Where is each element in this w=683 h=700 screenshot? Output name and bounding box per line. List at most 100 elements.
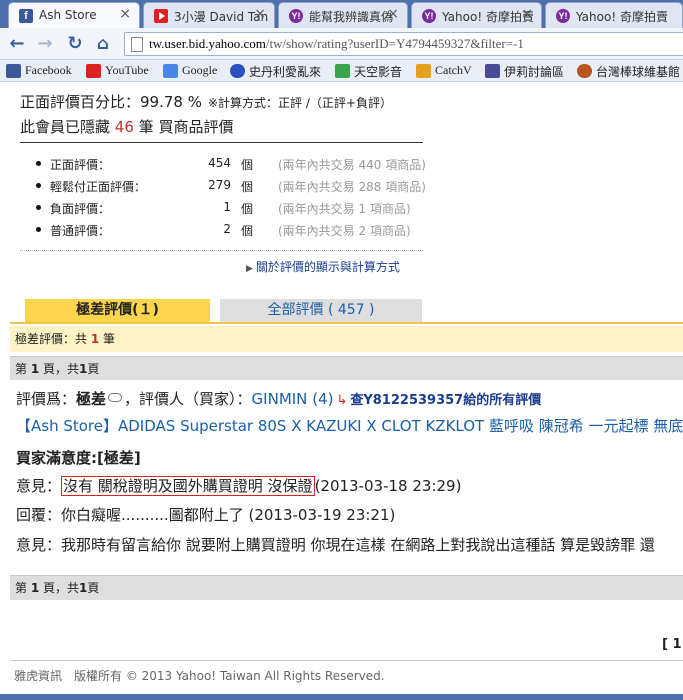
page-mid: 頁，共 xyxy=(43,362,80,376)
rating-tabs: 極差評價(１) 全部評價 ( 457 ) xyxy=(10,299,683,324)
browser-tab-ash-store[interactable]: f Ash Store × xyxy=(8,2,140,28)
bullet-icon xyxy=(36,205,41,210)
close-icon[interactable]: × xyxy=(119,6,131,22)
tab-worst-ratings[interactable]: 極差評價(１) xyxy=(25,299,210,322)
page-indicator-top: 第 1 頁，共1頁 xyxy=(10,356,683,380)
rating-explanation-label: 關於評價的顯示與計算方式 xyxy=(255,260,400,274)
stat-label: 正面評價： xyxy=(50,158,111,172)
rater-name-link[interactable]: GINMIN xyxy=(252,390,308,408)
bookmark-label: 史丹利愛亂來 xyxy=(249,65,322,79)
bullet-icon xyxy=(36,183,41,188)
footer-copyright: 雅虎資訊 版權所有 © 2013 Yahoo! Taiwan All Right… xyxy=(14,669,385,683)
tab-all-ratings[interactable]: 全部評價 ( 457 ) xyxy=(220,299,422,322)
buyer-satisfaction: 買家滿意度:[極差] xyxy=(16,449,141,467)
browser-tab-youtube[interactable]: 3小漫 David Tan × xyxy=(143,2,275,28)
bullet-icon xyxy=(36,227,41,232)
bookmark-label: 伊莉討論區 xyxy=(504,65,565,79)
hidden-count: 46 xyxy=(114,118,134,136)
catchv-icon xyxy=(416,64,431,78)
browser-tab-question[interactable]: Y! 能幫我辨識真偽 × xyxy=(278,2,408,28)
worst-band-suffix: 筆 xyxy=(103,332,116,346)
url-host: tw.user.bid.yahoo.com xyxy=(149,36,266,51)
globe-icon xyxy=(230,64,245,78)
bookmark-baseball-wiki[interactable]: 台灣棒球維基館 xyxy=(577,63,680,80)
rating-grade: 極差 xyxy=(76,390,107,408)
reply-line: 回覆：你白癡喔..........圖都附上了 (2013-03-19 23:21… xyxy=(16,504,395,525)
reload-icon[interactable]: ↻ xyxy=(64,33,86,55)
tab-label: Ash Store xyxy=(39,8,97,22)
stat-count: 454 xyxy=(208,156,231,170)
worst-band-count: 1 xyxy=(90,332,100,346)
close-icon[interactable]: × xyxy=(387,6,399,22)
page-current: 1 xyxy=(30,581,40,595)
dotted-divider xyxy=(20,250,423,251)
bookmark-sky-video[interactable]: 天空影音 xyxy=(335,63,402,80)
stat-note: (兩年內共交易 288 項商品) xyxy=(278,180,426,194)
browser-tab-yahoo-auction-2[interactable]: Y! Yahoo! 奇摩拍賣 xyxy=(545,2,683,28)
close-icon[interactable]: × xyxy=(521,6,533,22)
stat-count: 2 xyxy=(223,222,231,236)
storm-cloud-icon xyxy=(108,393,123,402)
item-title-link[interactable]: 【Ash Store】ADIDAS Superstar 80S X KAZUKI… xyxy=(16,415,683,436)
page-prefix: 第 xyxy=(15,581,28,595)
stat-label: 負面評價： xyxy=(50,202,111,216)
window-bottom-edge xyxy=(0,694,683,700)
youtube-icon xyxy=(154,9,168,23)
facebook-icon: f xyxy=(19,9,33,23)
bookmark-catchv[interactable]: CatchV xyxy=(416,63,472,78)
close-icon[interactable]: × xyxy=(254,6,266,22)
youtube-icon xyxy=(86,64,101,78)
stat-unit: 個 xyxy=(241,180,254,194)
page-prefix: 第 xyxy=(15,362,28,376)
opinion2-text: 我那時有留言給你 說要附上購買證明 你現在這樣 在網路上對我說出這種話 算是毀謗… xyxy=(61,536,655,554)
bookmarks-bar: Facebook YouTube Google 史丹利愛亂來 天空影音 Catc… xyxy=(0,60,683,82)
google-icon xyxy=(163,64,178,78)
bookmark-eyny[interactable]: 伊莉討論區 xyxy=(485,63,564,80)
divider xyxy=(20,142,423,143)
page-mid: 頁，共 xyxy=(43,581,80,595)
stat-count: 1 xyxy=(223,200,231,214)
opinion-text: 沒有 關稅證明及國外購買證明 沒保證 xyxy=(61,476,315,496)
page-suffix: 頁 xyxy=(87,581,100,595)
url-text[interactable]: tw.user.bid.yahoo.com/tw/show/rating?use… xyxy=(149,36,524,52)
stat-note: (兩年內共交易 2 項商品) xyxy=(278,224,411,238)
forward-icon[interactable]: → xyxy=(34,33,56,55)
opinion-followup-line: 意見：我那時有留言給你 說要附上購買證明 你現在這樣 在網路上對我說出這種話 算… xyxy=(16,534,655,555)
hidden-prefix: 此會員已隱藏 xyxy=(20,118,111,136)
browser-tab-yahoo-auction-1[interactable]: Y! Yahoo! 奇摩拍賣 × xyxy=(411,2,542,28)
rater-score-link[interactable]: (4) xyxy=(312,390,333,408)
rating-explanation-link[interactable]: ▶ 關於評價的顯示與計算方式 xyxy=(246,258,400,275)
stat-label: 輕鬆付正面評價： xyxy=(50,180,147,194)
hidden-ratings-line: 此會員已隱藏 46 筆 買商品評價 xyxy=(20,116,233,137)
bookmark-facebook[interactable]: Facebook xyxy=(6,63,72,78)
page-suffix: 頁 xyxy=(87,362,100,376)
positive-pct-label: 正面評價百分比： xyxy=(20,93,141,111)
home-icon[interactable]: ⌂ xyxy=(92,33,114,55)
yahoo-icon: Y! xyxy=(556,9,570,23)
bookmark-google[interactable]: Google xyxy=(163,63,217,78)
tab-label: 能幫我辨識真偽 xyxy=(309,10,394,24)
bookmark-youtube[interactable]: YouTube xyxy=(86,63,149,78)
rater-ratings-link[interactable]: 查Y8122539357給的所有評價 xyxy=(350,393,541,408)
stat-unit: 個 xyxy=(241,224,254,238)
rating-rater-line: 評價爲：極差 ，評價人（買家）：GINMIN (4) ↳ 查Y8122539357給的… xyxy=(16,388,541,409)
rating-prefix: 評價爲： xyxy=(16,390,77,408)
bookmark-label: Facebook xyxy=(25,63,72,77)
opinion-line: 意見： 沒有 關稅證明及國外購買證明 沒保證 (2013-03-18 23:29) xyxy=(16,475,461,496)
rater-prefix: ，評價人（買家）： xyxy=(124,390,252,408)
bookmark-stanley[interactable]: 史丹利愛亂來 xyxy=(230,63,321,80)
stat-count: 279 xyxy=(208,178,231,192)
page-indicator-bottom: 第 1 頁，共1頁 xyxy=(10,575,683,600)
baseball-icon xyxy=(577,64,592,78)
pagination[interactable]: [ 1 ] xyxy=(662,637,683,652)
formula-note: ※計算方式：正評 /（正評+負評） xyxy=(207,96,392,110)
yahoo-icon: Y! xyxy=(289,9,303,23)
stat-unit: 個 xyxy=(241,158,254,172)
back-icon[interactable]: ← xyxy=(6,33,28,55)
bookmark-label: YouTube xyxy=(105,63,149,77)
address-bar[interactable]: tw.user.bid.yahoo.com/tw/show/rating?use… xyxy=(124,32,683,56)
reply-label: 回覆： xyxy=(16,506,62,524)
positive-percentage: 正面評價百分比：99.78 % ※計算方式：正評 /（正評+負評） xyxy=(20,91,392,112)
curved-arrow-icon: ↳ xyxy=(336,393,348,408)
bookmark-label: 台灣棒球維基館 xyxy=(596,65,681,79)
